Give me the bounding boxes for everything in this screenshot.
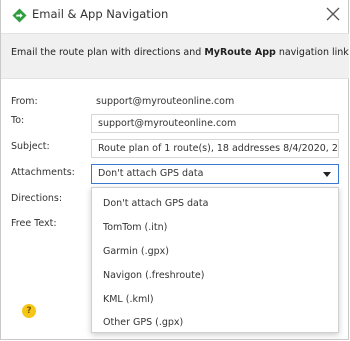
attachments-dropdown-list: Don't attach GPS data TomTom (.itn) Garm…	[91, 187, 339, 333]
dropdown-option-none[interactable]: Don't attach GPS data	[103, 198, 208, 209]
dialog-title: Email & App Navigation	[32, 7, 169, 21]
dropdown-option-navigon[interactable]: Navigon (.freshroute)	[103, 270, 204, 281]
to-label: To:	[11, 115, 25, 126]
dropdown-option-tomtom[interactable]: TomTom (.itn)	[103, 222, 167, 233]
chevron-down-icon	[323, 172, 331, 177]
attachments-select[interactable]: Don't attach GPS data	[91, 164, 339, 184]
free-text-label: Free Text:	[11, 218, 57, 229]
intro-banner: Email the route plan with directions and…	[1, 33, 349, 79]
from-value: support@myrouteonline.com	[96, 96, 235, 107]
email-app-navigation-dialog: Email & App Navigation Email the route p…	[0, 0, 349, 340]
subject-field[interactable]: Route plan of 1 route(s), 18 addresses 8…	[91, 139, 339, 158]
close-icon[interactable]	[324, 5, 342, 23]
intro-app-name: MyRoute App	[204, 47, 276, 58]
attachments-selected-value: Don't attach GPS data	[98, 168, 204, 179]
help-icon[interactable]: ?	[22, 304, 36, 318]
intro-text: Email the route plan with directions and…	[11, 47, 349, 58]
dialog-titlebar: Email & App Navigation	[1, 0, 350, 32]
attachments-label: Attachments:	[11, 167, 75, 178]
directions-label: Directions:	[11, 193, 63, 204]
dropdown-option-other-gps[interactable]: Other GPS (.gpx)	[103, 317, 183, 328]
dropdown-option-garmin[interactable]: Garmin (.gpx)	[103, 246, 169, 257]
navigation-diamond-icon	[12, 8, 27, 23]
from-label: From:	[11, 96, 38, 107]
subject-label: Subject:	[11, 141, 50, 152]
dropdown-option-kml[interactable]: KML (.kml)	[103, 294, 154, 305]
to-field[interactable]: support@myrouteonline.com	[91, 114, 339, 133]
